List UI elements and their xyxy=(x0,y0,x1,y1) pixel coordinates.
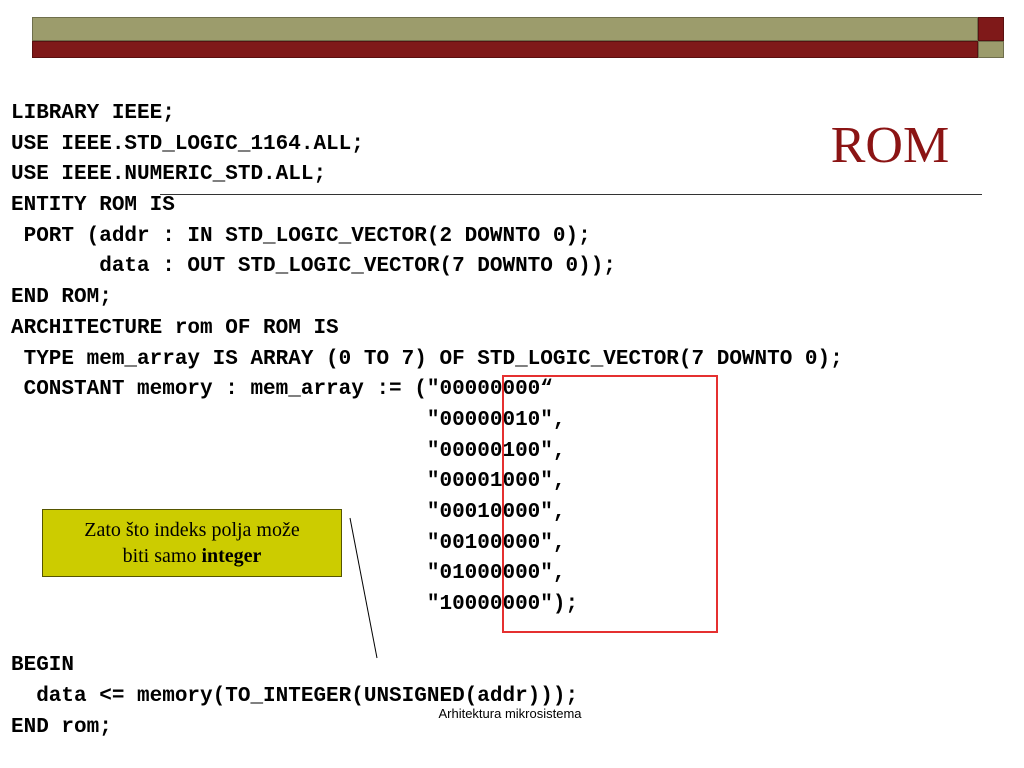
pointer-line xyxy=(349,517,378,659)
callout-pointer-line xyxy=(349,517,378,659)
callout-note: Zato što indeks polja može biti samo int… xyxy=(42,509,342,577)
note-line-1: Zato što indeks polja može xyxy=(84,519,300,541)
slide-footer: Arhitektura mikrosistema xyxy=(438,706,582,721)
note-bold-term: integer xyxy=(201,545,262,567)
note-line-2-text: biti samo xyxy=(122,545,202,567)
note-line-2: biti samo integer xyxy=(43,543,341,569)
